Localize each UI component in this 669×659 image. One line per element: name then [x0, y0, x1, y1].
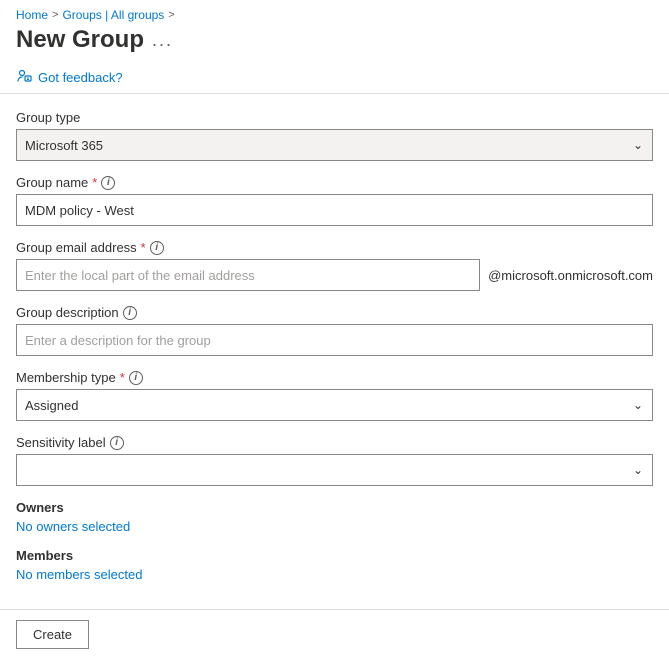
- page-title: New Group: [16, 26, 144, 54]
- group-name-label: Group name * i: [16, 175, 653, 190]
- group-name-info-icon[interactable]: i: [101, 176, 115, 190]
- group-description-input[interactable]: [16, 324, 653, 356]
- sensitivity-label-field: Sensitivity label i ⌄: [16, 435, 653, 486]
- group-type-label: Group type: [16, 110, 653, 125]
- members-link[interactable]: No members selected: [16, 567, 142, 582]
- group-type-select[interactable]: Microsoft 365 Security Mail-enabled secu…: [16, 129, 653, 161]
- sensitivity-select-wrapper: ⌄: [16, 454, 653, 486]
- form-content: Group type Microsoft 365 Security Mail-e…: [0, 98, 669, 609]
- membership-type-select-wrapper: Assigned Dynamic User Dynamic Device ⌄: [16, 389, 653, 421]
- membership-type-select[interactable]: Assigned Dynamic User Dynamic Device: [16, 389, 653, 421]
- owners-section: Owners No owners selected: [16, 500, 653, 534]
- group-name-field: Group name * i: [16, 175, 653, 226]
- create-button[interactable]: Create: [16, 620, 89, 649]
- group-email-field: Group email address * i @microsoft.onmic…: [16, 240, 653, 291]
- membership-type-label: Membership type * i: [16, 370, 653, 385]
- group-email-label: Group email address * i: [16, 240, 653, 255]
- membership-type-required: *: [120, 370, 125, 385]
- breadcrumb-groups[interactable]: Groups | All groups: [62, 8, 164, 22]
- group-name-required: *: [92, 175, 97, 190]
- group-email-info-icon[interactable]: i: [150, 241, 164, 255]
- membership-type-field: Membership type * i Assigned Dynamic Use…: [16, 370, 653, 421]
- sensitivity-label-info-icon[interactable]: i: [110, 436, 124, 450]
- email-row: @microsoft.onmicrosoft.com: [16, 259, 653, 291]
- owners-link[interactable]: No owners selected: [16, 519, 130, 534]
- header-row: New Group ...: [0, 22, 669, 62]
- breadcrumb-home[interactable]: Home: [16, 8, 48, 22]
- group-type-select-wrapper: Microsoft 365 Security Mail-enabled secu…: [16, 129, 653, 161]
- feedback-icon: [16, 68, 32, 87]
- group-email-required: *: [141, 240, 146, 255]
- membership-type-info-icon[interactable]: i: [129, 371, 143, 385]
- owners-title: Owners: [16, 500, 653, 515]
- more-options-icon[interactable]: ...: [152, 30, 173, 51]
- email-domain: @microsoft.onmicrosoft.com: [488, 268, 653, 283]
- breadcrumb-sep2: >: [168, 9, 174, 21]
- group-name-input[interactable]: [16, 194, 653, 226]
- feedback-label: Got feedback?: [38, 70, 123, 85]
- feedback-bar[interactable]: Got feedback?: [0, 62, 669, 94]
- sensitivity-label-label: Sensitivity label i: [16, 435, 653, 450]
- members-section: Members No members selected: [16, 548, 653, 582]
- group-email-input[interactable]: [16, 259, 480, 291]
- email-input-wrap: [16, 259, 480, 291]
- members-title: Members: [16, 548, 653, 563]
- sensitivity-label-select[interactable]: [16, 454, 653, 486]
- group-type-field: Group type Microsoft 365 Security Mail-e…: [16, 110, 653, 161]
- breadcrumb-sep1: >: [52, 9, 58, 21]
- group-description-label: Group description i: [16, 305, 653, 320]
- footer-bar: Create: [0, 609, 669, 659]
- group-description-info-icon[interactable]: i: [123, 306, 137, 320]
- breadcrumb: Home > Groups | All groups >: [0, 0, 669, 22]
- page-container: Home > Groups | All groups > New Group .…: [0, 0, 669, 659]
- group-description-field: Group description i: [16, 305, 653, 356]
